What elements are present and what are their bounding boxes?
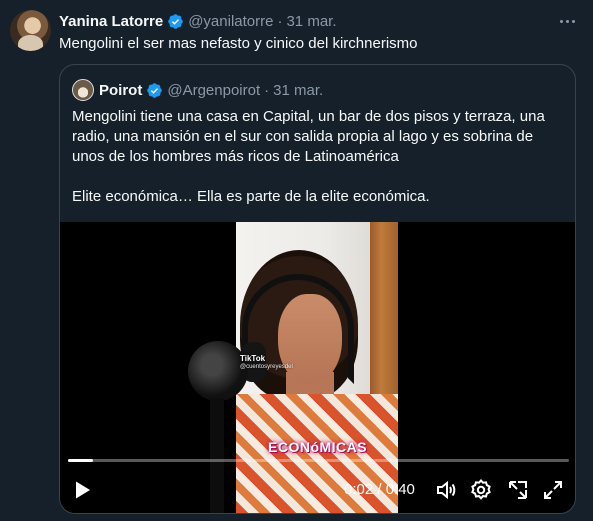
quote-paragraph-2: Elite económica… Ella es parte de la eli… [72, 188, 430, 205]
video-caption: ECONóMICAS [268, 439, 368, 455]
quoted-tweet[interactable]: Poirot @Argenpoirot · 31 mar. Mengolini … [59, 64, 576, 514]
play-icon[interactable] [70, 478, 94, 502]
volume-icon[interactable] [434, 478, 458, 502]
tweet-date[interactable]: 31 mar. [286, 13, 336, 30]
separator: · [264, 81, 270, 99]
quote-author-handle[interactable]: @Argenpoirot [167, 82, 260, 99]
avatar[interactable] [10, 10, 51, 51]
popout-icon[interactable] [506, 478, 530, 502]
video-player[interactable]: TikTok @cuentosyreyesdel ECONóMICAS 0:02… [60, 222, 575, 513]
watermark-label: TikTok [240, 354, 266, 363]
settings-icon[interactable] [469, 478, 493, 502]
quote-paragraph-1: Mengolini tiene una casa en Capital, un … [72, 108, 545, 165]
video-controls: 0:02 / 0:40 [60, 472, 575, 508]
tiktok-watermark: TikTok @cuentosyreyesdel [240, 354, 293, 372]
quote-date[interactable]: 31 mar. [273, 82, 323, 99]
author-name[interactable]: Yanina Latorre [59, 13, 163, 30]
author-handle[interactable]: @yanilatorre [188, 13, 273, 30]
progress-fill [68, 459, 94, 462]
verified-badge-icon [147, 82, 163, 98]
quote-author-name[interactable]: Poirot [99, 82, 142, 99]
fullscreen-icon[interactable] [541, 478, 565, 502]
quote-text: Mengolini tiene una casa en Capital, un … [72, 107, 568, 207]
video-time: 0:02 / 0:40 [344, 481, 415, 498]
tweet-header: Yanina Latorre @yanilatorre · 31 mar. [59, 11, 337, 31]
quote-avatar[interactable] [72, 79, 94, 101]
verified-badge-icon [168, 13, 183, 29]
separator: · [277, 12, 283, 30]
tweet-text: Mengolini el ser mas nefasto y cinico de… [59, 35, 418, 52]
watermark-handle: @cuentosyreyesdel [240, 364, 293, 370]
quote-header: Poirot @Argenpoirot · 31 mar. [99, 79, 323, 101]
microphone-image [188, 341, 248, 401]
more-options-icon[interactable] [556, 11, 578, 31]
tweet[interactable]: Yanina Latorre @yanilatorre · 31 mar. Me… [0, 0, 593, 521]
progress-bar[interactable] [68, 459, 569, 462]
